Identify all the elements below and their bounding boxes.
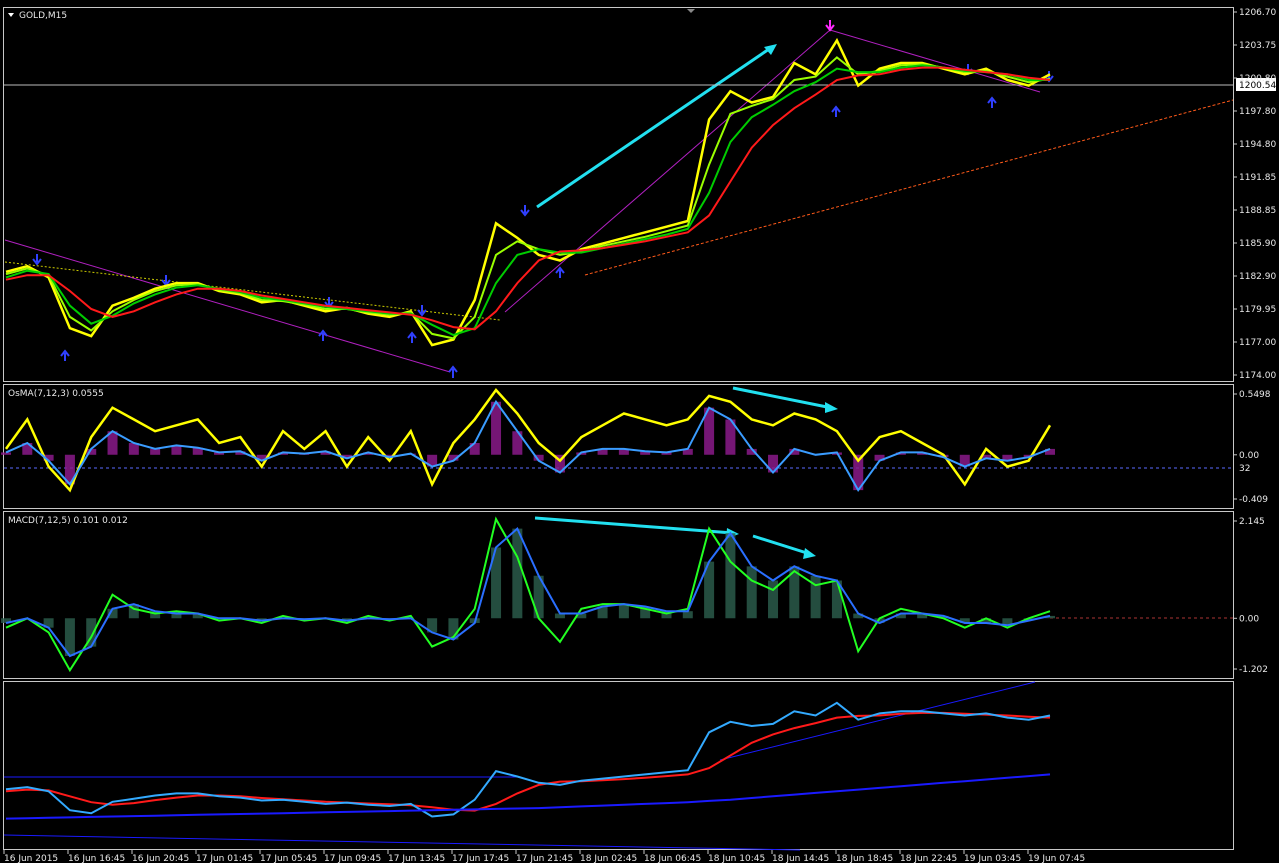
price-tick-label: 1188.85 [1239,206,1276,216]
time-tick-label: 17 Jun 01:45 [196,854,253,863]
time-tick-label: 19 Jun 03:45 [964,854,1021,863]
price-tick-label: 1197.80 [1239,107,1276,117]
osma-tick-label: 0.5498 [1239,390,1271,400]
osma-panel-label: OsMA(7,12,3) 0.0555 [8,389,104,399]
macd-panel-label: MACD(7,12,5) 0.101 0.012 [8,516,128,526]
time-tick-label: 17 Jun 21:45 [516,854,573,863]
time-tick-label: 16 Jun 16:45 [68,854,125,863]
price-tick-label: 1194.80 [1239,140,1276,150]
price-tick-label: 1182.90 [1239,272,1276,282]
time-tick-label: 18 Jun 06:45 [644,854,701,863]
osma-level-label: 32 [1239,464,1250,474]
price-tick-label: 1203.75 [1239,41,1276,51]
price-tick-label: 1174.00 [1239,371,1276,381]
time-tick-label: 18 Jun 10:45 [708,854,765,863]
price-tick-label: 1179.95 [1239,305,1276,315]
osma-tick-label: 0.00 [1239,451,1259,461]
time-tick-label: 17 Jun 05:45 [260,854,317,863]
time-tick-label: 18 Jun 22:45 [900,854,957,863]
time-tick-label: 16 Jun 2015 [4,854,58,863]
osma-tick-label: -0.409 [1239,495,1268,505]
price-tick-label: 1200.80 [1239,74,1276,84]
time-tick-label: 17 Jun 09:45 [324,854,381,863]
time-tick-label: 19 Jun 07:45 [1028,854,1085,863]
time-tick-label: 17 Jun 17:45 [452,854,509,863]
time-tick-label: 18 Jun 18:45 [836,854,893,863]
time-tick-label: 18 Jun 02:45 [580,854,637,863]
macd-tick-label: 2.145 [1239,517,1265,527]
macd-tick-label: 0.00 [1239,614,1259,624]
price-tick-label: 1177.00 [1239,338,1276,348]
price-tick-label: 1206.70 [1239,8,1276,18]
macd-tick-label: -1.202 [1239,665,1268,675]
price-panel[interactable] [3,7,1234,382]
bands-panel[interactable] [3,681,1234,850]
time-tick-label: 18 Jun 14:45 [772,854,829,863]
price-panel-label: GOLD,M15 [19,11,67,21]
price-tick-label: 1185.90 [1239,239,1276,249]
trading-chart[interactable]: GOLD,M15 1200.54 OsMA(7,12,3) 0.0555 32 … [0,0,1279,863]
time-tick-label: 16 Jun 20:45 [132,854,189,863]
macd-panel[interactable] [3,511,1234,679]
time-tick-label: 17 Jun 13:45 [388,854,445,863]
price-tick-label: 1191.85 [1239,173,1276,183]
